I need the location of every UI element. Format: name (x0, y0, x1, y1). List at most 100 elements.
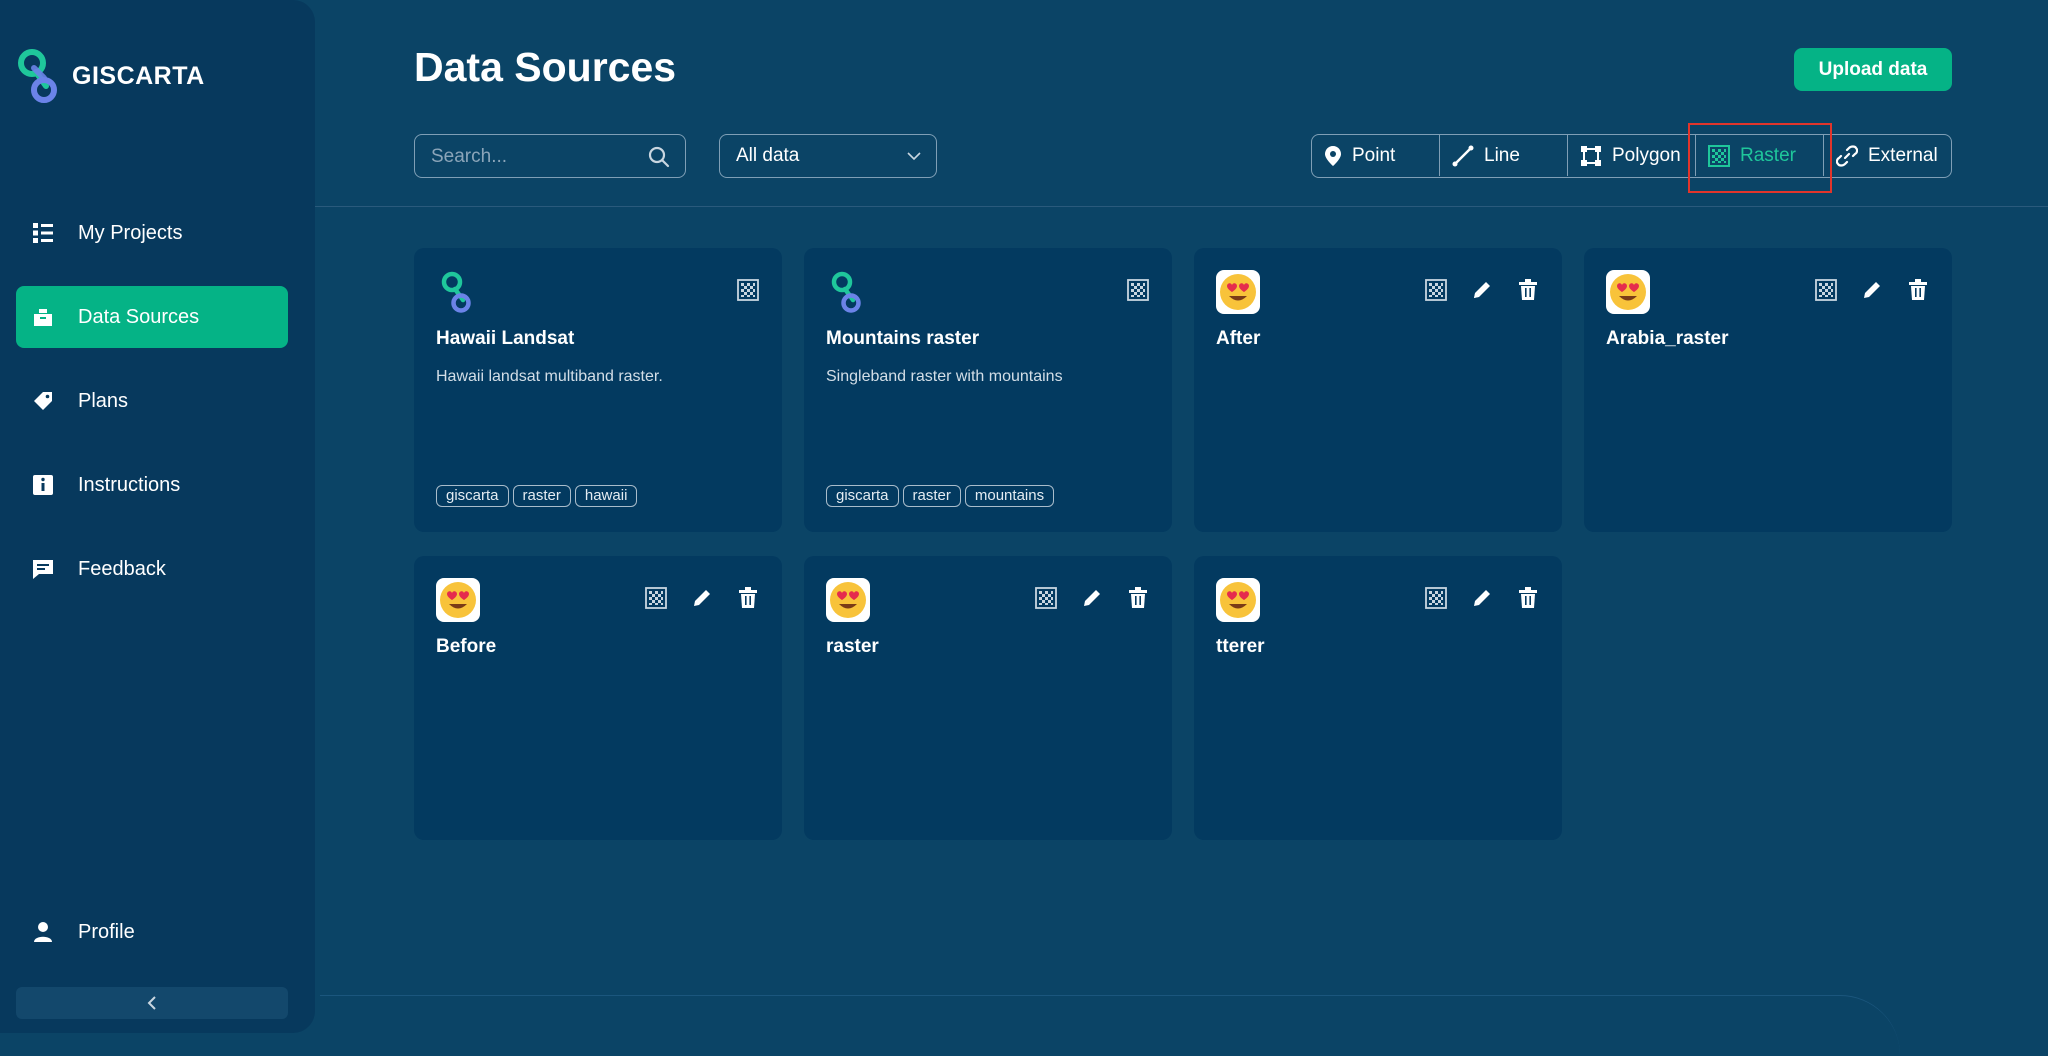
data-source-card[interactable]: Arabia_raster (1584, 248, 1952, 532)
card-actions (644, 586, 760, 610)
filter-label: External (1868, 144, 1938, 166)
data-type-select[interactable]: All data (719, 134, 937, 178)
card-title: Mountains raster (826, 328, 980, 349)
projects-icon (30, 220, 56, 246)
page-title: Data Sources (414, 44, 677, 90)
heart-eyes-emoji-icon (1606, 270, 1650, 314)
filter-label: Raster (1740, 144, 1796, 166)
heart-eyes-emoji-icon (1216, 270, 1260, 314)
data-source-card[interactable]: Mountains raster Singleband raster with … (804, 248, 1172, 532)
filter-polygon-button[interactable]: Polygon (1568, 135, 1696, 176)
tag[interactable]: raster (512, 485, 571, 507)
giscarta-logo-icon (18, 49, 57, 103)
pencil-icon[interactable] (690, 586, 714, 610)
sidebar-item-plans[interactable]: Plans (16, 370, 288, 432)
search-box (414, 134, 686, 178)
upload-data-button[interactable]: Upload data (1794, 48, 1952, 91)
raster-icon (1034, 586, 1058, 610)
card-tags: giscarta raster hawaii (436, 485, 638, 507)
trash-icon[interactable] (1516, 586, 1540, 610)
trash-icon[interactable] (736, 586, 760, 610)
trash-icon[interactable] (1906, 278, 1930, 302)
sidebar-item-label: My Projects (78, 221, 183, 244)
filter-raster-button[interactable]: Raster (1696, 135, 1824, 176)
pencil-icon[interactable] (1080, 586, 1104, 610)
sidebar: GISCARTA My Projects Data Sources Plans … (0, 0, 315, 1033)
tag[interactable]: giscarta (436, 485, 509, 507)
user-icon (30, 919, 56, 945)
info-icon (30, 472, 56, 498)
sidebar-item-data-sources[interactable]: Data Sources (16, 286, 288, 348)
raster-icon (1424, 586, 1448, 610)
brand-logo[interactable]: GISCARTA (16, 48, 205, 104)
chevron-left-icon (147, 996, 156, 1010)
pencil-icon[interactable] (1470, 278, 1494, 302)
sidebar-item-label: Plans (78, 389, 129, 412)
raster-icon (1814, 278, 1838, 302)
sidebar-item-profile[interactable]: Profile (16, 901, 288, 963)
data-source-card[interactable]: After (1194, 248, 1562, 532)
card-description: Singleband raster with mountains (826, 368, 1063, 385)
card-actions (1034, 586, 1150, 610)
card-title: raster (826, 636, 879, 657)
tag[interactable]: giscarta (826, 485, 899, 507)
data-source-card[interactable]: tterer (1194, 556, 1562, 840)
collapse-sidebar-button[interactable] (16, 987, 288, 1019)
trash-icon[interactable] (1516, 278, 1540, 302)
sidebar-item-label: Data Sources (78, 305, 200, 328)
raster-icon (736, 278, 760, 302)
card-description: Hawaii landsat multiband raster. (436, 368, 663, 385)
card-actions (1814, 278, 1930, 302)
header-divider (315, 206, 2048, 207)
card-title: Hawaii Landsat (436, 328, 575, 349)
data-sources-icon (30, 304, 56, 330)
feedback-icon (30, 556, 56, 582)
data-source-card[interactable]: Hawaii Landsat Hawaii landsat multiband … (414, 248, 782, 532)
data-source-card[interactable]: Before (414, 556, 782, 840)
giscarta-logo-icon (441, 271, 471, 313)
filter-label: Line (1484, 144, 1520, 166)
search-input[interactable] (415, 135, 653, 178)
filter-external-button[interactable]: External (1824, 135, 1950, 176)
geometry-filter-group: Point Line Polygon Raster External (1311, 134, 1952, 178)
heart-eyes-emoji-icon (1216, 578, 1260, 622)
brand-name: GISCARTA (72, 61, 205, 90)
sidebar-item-feedback[interactable]: Feedback (16, 538, 288, 600)
card-actions (736, 278, 760, 302)
filter-label: Point (1352, 144, 1396, 166)
link-icon (1836, 144, 1858, 167)
raster-icon (1126, 278, 1150, 302)
card-title: tterer (1216, 636, 1265, 657)
filter-point-button[interactable]: Point (1312, 135, 1440, 176)
card-actions (1424, 278, 1540, 302)
pencil-icon[interactable] (1470, 586, 1494, 610)
tag[interactable]: hawaii (574, 485, 638, 507)
sidebar-item-label: Feedback (78, 557, 166, 580)
tag[interactable]: mountains (964, 485, 1055, 507)
chevron-down-icon (907, 152, 921, 161)
search-icon[interactable] (647, 145, 671, 169)
line-icon (1452, 145, 1474, 167)
decorative-curve (320, 995, 1900, 1056)
sidebar-item-label: Profile (78, 920, 135, 943)
data-source-card[interactable]: raster (804, 556, 1172, 840)
pencil-icon[interactable] (1860, 278, 1884, 302)
tag[interactable]: raster (902, 485, 961, 507)
card-title: After (1216, 328, 1261, 349)
tag-icon (30, 388, 56, 414)
raster-icon (1424, 278, 1448, 302)
card-title: Before (436, 636, 497, 657)
giscarta-logo-icon (831, 271, 861, 313)
card-title: Arabia_raster (1606, 328, 1729, 349)
trash-icon[interactable] (1126, 586, 1150, 610)
raster-icon (1708, 144, 1730, 167)
map-pin-icon (1324, 145, 1342, 167)
card-tags: giscarta raster mountains (826, 485, 1055, 507)
polygon-icon (1580, 145, 1602, 167)
sidebar-item-my-projects[interactable]: My Projects (16, 202, 288, 264)
heart-eyes-emoji-icon (436, 578, 480, 622)
sidebar-item-instructions[interactable]: Instructions (16, 454, 288, 516)
filter-line-button[interactable]: Line (1440, 135, 1568, 176)
card-actions (1424, 586, 1540, 610)
sidebar-item-label: Instructions (78, 473, 181, 496)
